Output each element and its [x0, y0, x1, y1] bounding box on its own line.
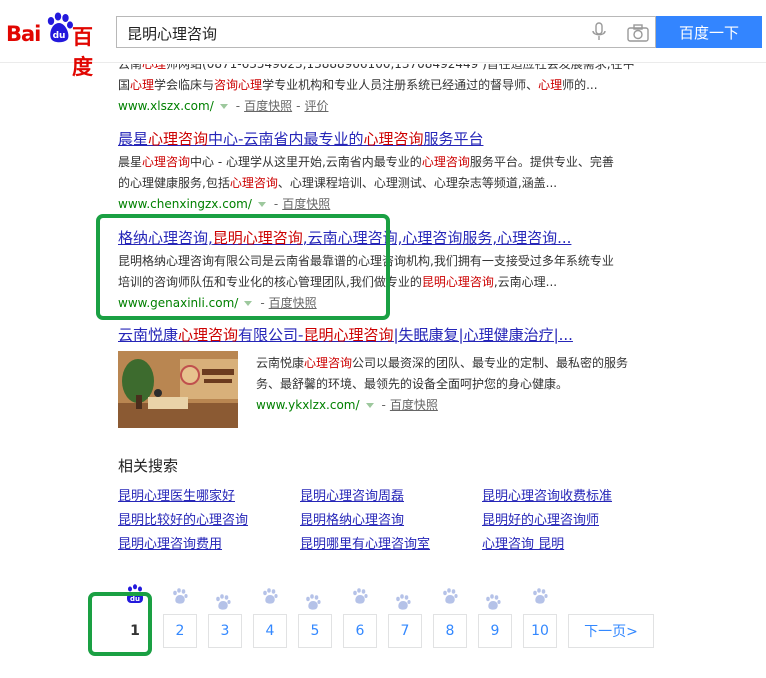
related-search-link[interactable]: 昆明心理咨询费用 — [118, 533, 222, 552]
page-link-6[interactable]: 6 — [343, 614, 377, 648]
separator: - — [381, 398, 386, 412]
search-result-4: 云南悦康心理咨询有限公司-昆明心理咨询|失眠康复|心理健康治疗|... 云南悦康… — [118, 325, 678, 428]
cache-link[interactable]: 百度快照 — [282, 197, 330, 211]
result-abstract: 云南悦康心理咨询公司以最资深的团队、最专业的定制、最私密的服务 务、最舒馨的环境… — [256, 356, 629, 391]
paw-icon — [486, 594, 501, 610]
search-button[interactable]: 百度一下 — [656, 16, 762, 48]
result-url[interactable]: www.ykxlzx.com/ — [256, 398, 360, 412]
paw-icon — [306, 594, 321, 610]
separator: - — [235, 99, 241, 113]
paw-icon — [263, 588, 278, 604]
related-search-link[interactable]: 昆明心理咨询周磊 — [300, 485, 404, 504]
page-link-5[interactable]: 5 — [298, 614, 332, 648]
keyword-highlight: 心理 — [130, 78, 155, 92]
abstract-text: 师的... — [562, 78, 598, 92]
related-search-link[interactable]: 昆明心理咨询收费标准 — [482, 485, 612, 504]
top-bar: Bai du 百度 百度一下 — [0, 0, 766, 79]
related-search-link[interactable]: 心理咨询 昆明 — [482, 533, 564, 552]
result-url[interactable]: www.xlszx.com/ — [118, 99, 214, 113]
office-photo-icon — [118, 351, 238, 428]
separator: - — [296, 99, 301, 113]
paw-icon — [443, 588, 458, 604]
paw-icon — [353, 588, 368, 604]
microphone-icon[interactable] — [590, 22, 608, 42]
paw-icon — [533, 588, 548, 604]
result-title-link[interactable]: 云南悦康心理咨询有限公司-昆明心理咨询|失眠康复|心理健康治疗|... — [118, 325, 678, 345]
camera-icon[interactable] — [627, 24, 649, 42]
search-input[interactable] — [125, 21, 589, 45]
dropdown-arrow-icon[interactable] — [257, 201, 266, 207]
page-link-3[interactable]: 3 — [208, 614, 242, 648]
highlight-box-page-1 — [88, 592, 152, 656]
dropdown-arrow-icon[interactable] — [365, 402, 374, 408]
dropdown-arrow-icon[interactable] — [219, 103, 228, 109]
related-search-link[interactable]: 昆明比较好的心理咨询 — [118, 509, 248, 528]
paw-icon — [173, 588, 188, 604]
search-result-2: 晨星心理咨询中心-云南省内最专业的心理咨询服务平台 晨星心理咨询中心 - 心理学… — [118, 129, 678, 214]
page-link-10[interactable]: 10 — [523, 614, 557, 648]
related-search-link[interactable]: 昆明哪里有心理咨询室 — [300, 533, 430, 552]
logo-text-cn: 百度 — [72, 25, 93, 79]
baidu-logo[interactable]: Bai du 百度 — [6, 12, 110, 79]
related-search-link[interactable]: 昆明好的心理咨询师 — [482, 509, 599, 528]
page-link-4[interactable]: 4 — [253, 614, 287, 648]
paw-icon — [396, 594, 411, 610]
result-url-line: www.ykxlzx.com/ - 百度快照 — [256, 395, 438, 415]
related-search-link[interactable]: 昆明格纳心理咨询 — [300, 509, 404, 528]
page-link-8[interactable]: 8 — [433, 614, 467, 648]
logo-text-bai: Bai — [6, 22, 41, 46]
result-title-link[interactable]: 晨星心理咨询中心-云南省内最专业的心理咨询服务平台 — [118, 129, 678, 149]
page-link-7[interactable]: 7 — [388, 614, 422, 648]
next-page-button[interactable]: 下一页> — [568, 614, 654, 648]
abstract-text: 学会临床与 — [154, 78, 215, 92]
page-link-9[interactable]: 9 — [478, 614, 512, 648]
page-link-2[interactable]: 2 — [163, 614, 197, 648]
keyword-highlight: 心理 — [538, 78, 563, 92]
review-link[interactable]: 评价 — [304, 99, 328, 113]
abstract-text: 学专业机构和专业人员注册系统已经通过的督导师、 — [262, 78, 539, 92]
result-url-line: www.xlszx.com/- 百度快照 - 评价 — [118, 96, 678, 116]
result-thumbnail-image[interactable] — [118, 351, 238, 428]
keyword-highlight: 咨询心理 — [214, 78, 263, 92]
highlight-box-result — [96, 214, 390, 320]
cache-link[interactable]: 百度快照 — [390, 398, 438, 412]
related-searches-title: 相关搜索 — [118, 457, 179, 475]
baidu-paw-icon: du — [47, 12, 73, 43]
related-search-link[interactable]: 昆明心理医生哪家好 — [118, 485, 235, 504]
result-abstract: 晨星心理咨询中心 - 心理学从这里开始,云南省内最专业的心理咨询服务平台。提供专… — [118, 155, 614, 190]
separator: - — [273, 197, 279, 211]
cache-link[interactable]: 百度快照 — [244, 99, 292, 113]
abstract-text: 国 — [118, 78, 131, 92]
result-url[interactable]: www.chenxingzx.com/ — [118, 197, 252, 211]
result-url-line: www.chenxingzx.com/ - 百度快照 — [118, 194, 678, 214]
search-box — [116, 16, 656, 48]
paw-icon — [216, 594, 231, 610]
logo-du-text: du — [53, 31, 66, 41]
